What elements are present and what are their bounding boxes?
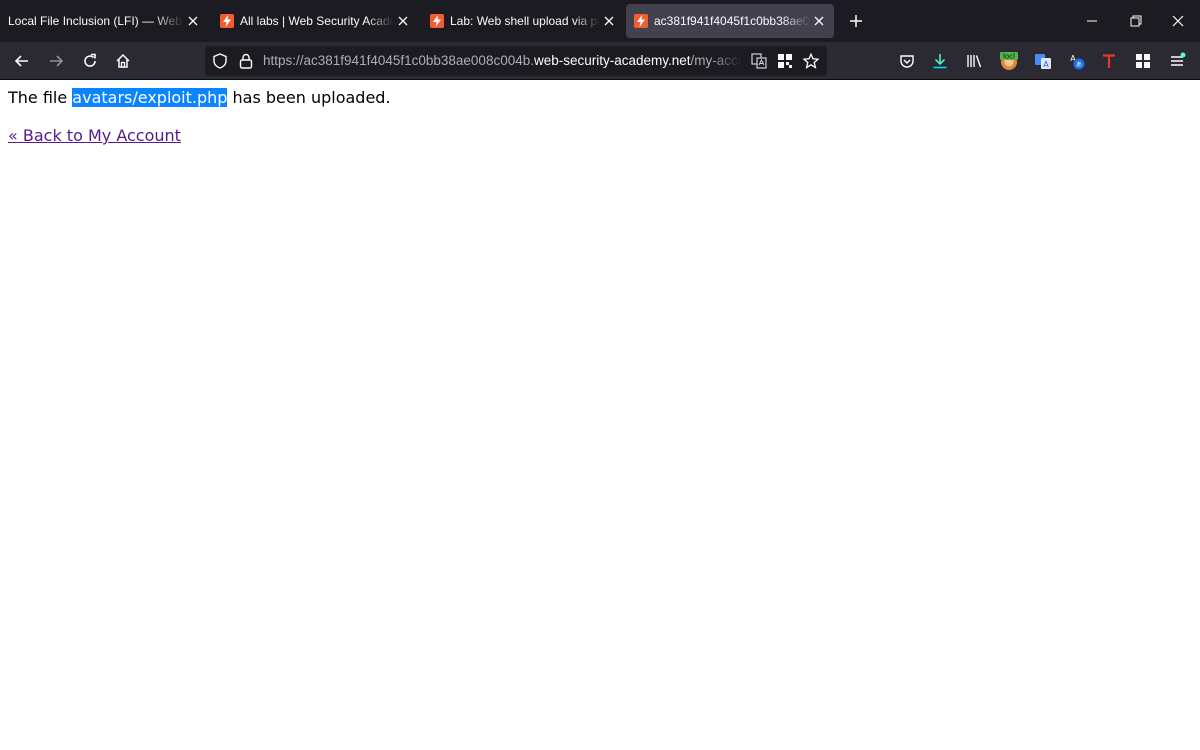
extensions-grid-icon[interactable] [1132, 50, 1154, 72]
arrow-right-icon [50, 55, 64, 67]
downloads-icon[interactable] [929, 50, 951, 72]
library-icon[interactable] [963, 50, 985, 72]
t-extension-icon[interactable] [1098, 50, 1120, 72]
home-button[interactable] [108, 46, 138, 76]
uploaded-file-path[interactable]: avatars/exploit.php [72, 88, 228, 107]
extension-badge-text: locl [1003, 53, 1015, 61]
plus-icon [850, 15, 862, 27]
url-host: web-security-academy.net [533, 53, 691, 68]
close-icon[interactable] [602, 14, 616, 28]
close-icon[interactable] [812, 14, 826, 28]
forward-button[interactable] [41, 46, 71, 76]
tab-active-lab-instance[interactable]: ac381f941f4045f1c0bb38ae008c004b.web-sec… [626, 4, 834, 38]
url-prefix: https://ac381f941f4045f1c0bb38ae008c004b… [263, 53, 534, 68]
portswigger-icon [220, 14, 234, 28]
restore-button[interactable] [1114, 0, 1158, 42]
translate-page-icon[interactable] [751, 53, 767, 69]
close-icon[interactable] [396, 14, 410, 28]
tab-title: Lab: Web shell upload via path traversal [450, 14, 600, 28]
tab-title: ac381f941f4045f1c0bb38ae008c004b.web-sec… [654, 14, 810, 28]
translate-extension-icon[interactable]: A [1032, 50, 1054, 72]
close-window-button[interactable] [1156, 0, 1200, 42]
back-to-account-link[interactable]: « Back to My Account [8, 126, 181, 146]
reload-button[interactable] [75, 46, 105, 76]
tab-strip: Local File Inclusion (LFI) — Web Applica… [0, 0, 1200, 42]
close-icon [1172, 15, 1184, 27]
restore-icon [1130, 15, 1142, 27]
lock-icon[interactable] [238, 53, 254, 69]
pocket-icon[interactable] [896, 50, 918, 72]
bookmark-star-icon[interactable] [803, 53, 819, 69]
reload-icon [84, 53, 96, 67]
portswigger-icon [634, 14, 648, 28]
portswigger-icon [430, 14, 444, 28]
qr-code-icon[interactable] [777, 53, 793, 69]
svg-text:A: A [1043, 60, 1049, 69]
tab-title: Local File Inclusion (LFI) — Web Applica… [8, 14, 184, 28]
localcdn-extension-icon[interactable]: locl [998, 50, 1020, 72]
tab-all-labs[interactable]: All labs | Web Security Academy [212, 4, 418, 38]
new-tab-button[interactable] [840, 4, 872, 38]
url-text[interactable]: https://ac381f941f4045f1c0bb38ae008c004b… [263, 46, 743, 76]
message-prefix: The file [8, 88, 73, 107]
minimize-icon [1087, 20, 1097, 22]
address-bar[interactable]: https://ac381f941f4045f1c0bb38ae008c004b… [205, 46, 827, 76]
navigation-toolbar: https://ac381f941f4045f1c0bb38ae008c004b… [0, 42, 1200, 80]
tab-title: All labs | Web Security Academy [240, 14, 394, 28]
translate-alt-extension-icon[interactable]: Aあ [1065, 50, 1087, 72]
svg-text:あ: あ [1076, 62, 1082, 69]
message-suffix: has been uploaded. [227, 88, 391, 107]
close-icon[interactable] [186, 14, 200, 28]
upload-message: The file avatars/exploit.php has been up… [8, 88, 391, 108]
shield-icon[interactable] [212, 53, 228, 69]
menu-icon[interactable] [1166, 50, 1188, 72]
arrow-left-icon [14, 55, 28, 67]
home-icon [116, 53, 130, 68]
url-path: /my-account/avatar [690, 53, 743, 68]
minimize-button[interactable] [1070, 0, 1114, 42]
back-button[interactable] [7, 46, 37, 76]
page-content: The file avatars/exploit.php has been up… [0, 81, 1200, 750]
tab-lab[interactable]: Lab: Web shell upload via path traversal [422, 4, 624, 38]
tab-lfi[interactable]: Local File Inclusion (LFI) — Web Applica… [0, 4, 208, 38]
